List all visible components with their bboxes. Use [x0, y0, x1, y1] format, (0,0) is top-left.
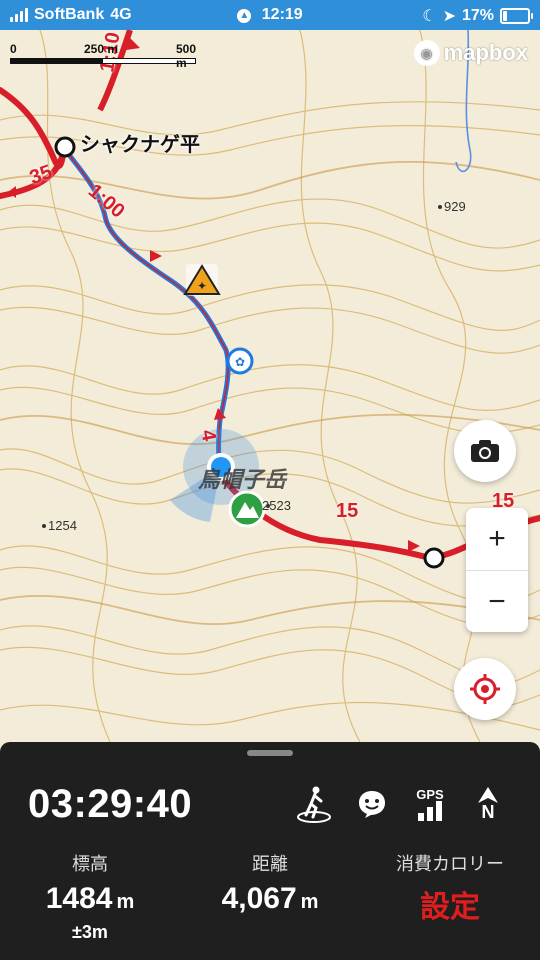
- camera-button[interactable]: [454, 420, 516, 482]
- scale-label-mid: 250 m: [84, 42, 119, 56]
- calories-setup-link[interactable]: 設定: [360, 882, 540, 926]
- elevation-value: 1484: [45, 882, 113, 915]
- hiking-mode-icon[interactable]: [294, 784, 334, 824]
- location-arrow-icon: ➤: [442, 8, 456, 25]
- hut-marker: [54, 136, 76, 158]
- zoom-controls: + −: [466, 508, 528, 632]
- spot-height-1254: 1254: [48, 518, 77, 533]
- elevation-accuracy: ±3m: [72, 922, 108, 942]
- calories-label: 消費カロリー: [396, 854, 504, 874]
- panel-icons: GPS N: [294, 784, 508, 824]
- elevation-value-row: 1484 m: [0, 882, 180, 916]
- mapbox-logo-icon: ◉: [413, 40, 440, 66]
- activity-panel: 03:29:40 GPS N 標高 1484 m ±3m 距離 4,067 m …: [0, 742, 540, 960]
- elevation-stat: 標高 1484 m ±3m: [0, 850, 180, 943]
- zoom-out-button[interactable]: −: [466, 570, 528, 633]
- peak-elevation-label: 2523: [262, 498, 291, 513]
- scale-bar: 0 250 m 500 m: [10, 42, 200, 70]
- location-status-icon: ▲: [237, 9, 252, 23]
- svg-text:✿: ✿: [235, 355, 245, 369]
- spot-height-929: 929: [444, 199, 466, 214]
- distance-value: 4,067: [221, 882, 297, 915]
- distance-stat: 距離 4,067 m: [180, 850, 360, 943]
- camera-icon: [471, 440, 499, 462]
- gps-label: GPS: [416, 786, 444, 802]
- crosshair-icon: [470, 674, 500, 704]
- clock: 12:19: [261, 6, 303, 23]
- status-right: ☾ ➤ 17%: [422, 6, 533, 26]
- moon-icon: ☾: [422, 8, 437, 25]
- elevation-unit: m: [116, 891, 135, 913]
- trail-time-label-4: 15: [336, 500, 359, 522]
- scale-label-zero: 0: [10, 42, 17, 56]
- map-view[interactable]: ✦ ✿ シャクナゲ平 鳥帽子岳 2523 929 1254 1:10 1:00 …: [0, 30, 540, 742]
- elapsed-time: 03:29:40: [28, 782, 193, 826]
- peak-label[interactable]: 鳥帽子岳: [198, 462, 286, 494]
- zoom-in-button[interactable]: +: [466, 508, 528, 570]
- north-label: N: [481, 802, 495, 822]
- scale-label-end: 500 m: [176, 42, 197, 70]
- scale-bar-graphic: [10, 58, 196, 64]
- distance-value-row: 4,067 m: [180, 882, 360, 916]
- campsite-icon[interactable]: ✿: [226, 347, 254, 375]
- distance-unit: m: [300, 891, 319, 913]
- gps-signal-icon: GPS: [410, 784, 450, 824]
- peak-marker-icon[interactable]: [228, 490, 266, 528]
- emoji-icon[interactable]: [352, 784, 392, 824]
- elevation-label: 標高: [72, 854, 108, 874]
- svg-text:✦: ✦: [197, 279, 207, 293]
- battery-fill: [503, 11, 507, 21]
- hut-label[interactable]: シャクナゲ平: [80, 128, 200, 157]
- mapbox-logo-text: mapbox: [443, 40, 528, 65]
- calories-stat: 消費カロリー 設定: [360, 850, 540, 943]
- gps-bars: [418, 800, 442, 821]
- battery-icon: [500, 8, 533, 24]
- compass-icon[interactable]: N: [468, 784, 508, 824]
- hazard-sign-icon[interactable]: ✦: [183, 264, 221, 296]
- status-bar: SoftBank 4G ▲ 12:19 ☾ ➤ 17%: [0, 0, 540, 30]
- mapbox-logo: ◉ mapbox: [413, 40, 528, 66]
- distance-label: 距離: [252, 854, 288, 874]
- junction-marker: [423, 547, 445, 569]
- panel-drag-handle[interactable]: [247, 750, 293, 756]
- stats-row: 標高 1484 m ±3m 距離 4,067 m 消費カロリー 設定: [0, 850, 540, 943]
- battery-percent: 17%: [461, 7, 494, 24]
- locate-button[interactable]: [454, 658, 516, 720]
